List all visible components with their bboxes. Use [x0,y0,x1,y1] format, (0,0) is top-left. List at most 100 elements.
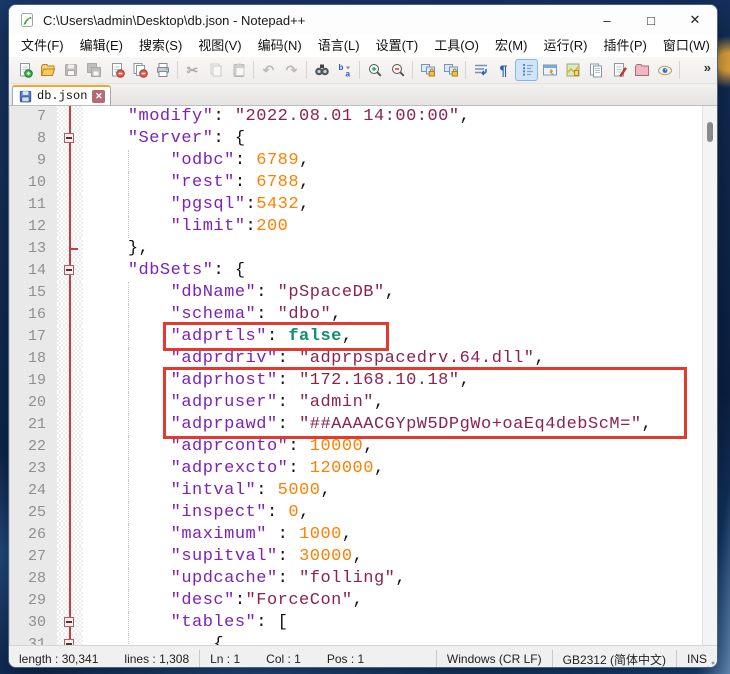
indent-guide [128,436,129,458]
fold-collapse-icon[interactable] [57,612,83,634]
code-line-22[interactable]: 22 "adprconto": 10000, [9,436,717,458]
code-line-26[interactable]: 26 "maximum" : 1000, [9,524,717,546]
statusbar: length : 30,341 lines : 1,308 Ln : 1 Col… [9,645,717,668]
word-wrap-icon[interactable] [469,59,492,81]
menu-item-2[interactable]: 搜索(S) [131,35,190,57]
indent-guide-icon[interactable] [515,59,538,81]
code-line-18[interactable]: 18 "adprdriv": "adprpspacedrv.64.dll", [9,348,717,370]
code-text: "updcache": "folling", [83,568,406,590]
code-line-28[interactable]: 28 "updcache": "folling", [9,568,717,590]
folder-workspace-icon[interactable] [630,59,653,81]
code-text: "schema": "dbo", [83,304,342,326]
menu-item-4[interactable]: 编码(N) [250,35,310,57]
maximize-button[interactable]: □ [629,5,673,35]
code-line-9[interactable]: 9 "odbc": 6789, [9,150,717,172]
code-line-31[interactable]: 31 { [9,634,717,645]
replace-icon[interactable]: ba [333,59,356,81]
vertical-scrollbar[interactable] [702,106,717,645]
menu-item-10[interactable]: 插件(P) [596,35,655,57]
code-line-15[interactable]: 15 "dbName": "pSpaceDB", [9,282,717,304]
copy-icon[interactable] [204,59,227,81]
status-eol-format[interactable]: Windows (CR LF) [436,650,552,668]
line-number: 30 [9,612,57,634]
code-line-24[interactable]: 24 "intval": 5000, [9,480,717,502]
status-encoding[interactable]: GB2312 (简体中文) [552,650,676,668]
resize-grip[interactable] [703,658,715,668]
sync-horizontal-icon[interactable] [439,59,462,81]
code-line-16[interactable]: 16 "schema": "dbo", [9,304,717,326]
indent-guide [128,172,129,194]
notepadpp-logo-icon [19,12,35,28]
save-icon[interactable] [59,59,82,81]
sync-vertical-icon[interactable] [416,59,439,81]
fold-collapse-icon[interactable] [57,260,83,282]
code-line-30[interactable]: 30 "tables": [ [9,612,717,634]
fold-margin [57,502,83,524]
fold-collapse-icon[interactable] [57,128,83,150]
redo-icon[interactable]: ↷ [280,59,303,81]
close-file-icon[interactable] [105,59,128,81]
close-button[interactable]: ✕ [673,5,717,35]
code-line-8[interactable]: 8 "Server": { [9,128,717,150]
undo-icon[interactable]: ↶ [257,59,280,81]
window-title: C:\Users\admin\Desktop\db.json - Notepad… [43,13,585,28]
tab-close-icon[interactable]: ✕ [92,90,105,103]
toolbar-overflow-icon[interactable]: » [704,60,711,75]
paste-icon[interactable] [227,59,250,81]
code-line-17[interactable]: 17 "adprtls": false, [9,326,717,348]
line-number: 14 [9,260,57,282]
menu-item-7[interactable]: 工具(O) [426,35,487,57]
file-monitor-icon[interactable] [653,59,676,81]
status-ln: Ln : 1 [210,652,240,666]
code-line-12[interactable]: 12 "limit":200 [9,216,717,238]
show-all-chars-icon[interactable]: ¶ [492,59,515,81]
save-all-icon[interactable] [82,59,105,81]
menu-item-1[interactable]: 编辑(E) [72,35,131,57]
code-line-19[interactable]: 19 "adprhost": "172.168.10.18", [9,370,717,392]
menu-item-5[interactable]: 语言(L) [310,35,368,57]
code-line-29[interactable]: 29 "desc":"ForceCon", [9,590,717,612]
code-line-23[interactable]: 23 "adprexcto": 120000, [9,458,717,480]
status-caret-position: Ln : 1 Col : 1 Pos : 1 [199,650,436,668]
scrollbar-thumb[interactable] [707,122,713,142]
code-line-25[interactable]: 25 "inspect": 0, [9,502,717,524]
menu-item-6[interactable]: 设置(T) [368,35,427,57]
menu-item-0[interactable]: 文件(F) [13,35,72,57]
doc-map-icon[interactable] [561,59,584,81]
cut-icon[interactable]: ✂ [181,59,204,81]
code-text: "adprtls": false, [83,326,353,348]
open-folder-icon[interactable] [36,59,59,81]
zoom-in-icon[interactable] [363,59,386,81]
run-dialog-icon[interactable] [538,59,561,81]
new-file-icon[interactable] [13,59,36,81]
svg-text:b: b [338,63,343,72]
code-line-10[interactable]: 10 "rest": 6788, [9,172,717,194]
edit-marker-icon[interactable] [607,59,630,81]
tab-db-json[interactable]: db.json ✕ [12,85,111,105]
code-text: "maximum" : 1000, [83,524,353,546]
indent-guide [128,480,129,502]
code-line-20[interactable]: 20 "adpruser": "admin", [9,392,717,414]
menu-item-3[interactable]: 视图(V) [190,35,249,57]
print-icon[interactable] [151,59,174,81]
code-editor[interactable]: 7 "modify": "2022.08.01 14:00:00",8 "Ser… [9,106,717,645]
line-number: 25 [9,502,57,524]
menu-item-8[interactable]: 宏(M) [487,35,536,57]
line-number: 20 [9,392,57,414]
minimize-button[interactable]: – [585,5,629,35]
find-icon[interactable] [310,59,333,81]
code-line-11[interactable]: 11 "pgsql":5432, [9,194,717,216]
code-line-13[interactable]: 13 }, [9,238,717,260]
zoom-out-icon[interactable] [386,59,409,81]
code-text: "adprhost": "172.168.10.18", [83,370,470,392]
code-line-21[interactable]: 21 "adprpawd": "##AAAACGYpW5DPgWo+oaEq4d… [9,414,717,436]
code-line-27[interactable]: 27 "supitval": 30000, [9,546,717,568]
close-all-icon[interactable] [128,59,151,81]
code-line-7[interactable]: 7 "modify": "2022.08.01 14:00:00", [9,106,717,128]
fold-collapse-icon[interactable] [57,634,83,645]
menu-item-11[interactable]: 窗口(W) [655,35,718,57]
line-number: 7 [9,106,57,128]
doc-list-icon[interactable] [584,59,607,81]
code-line-14[interactable]: 14 "dbSets": { [9,260,717,282]
menu-item-9[interactable]: 运行(R) [535,35,595,57]
